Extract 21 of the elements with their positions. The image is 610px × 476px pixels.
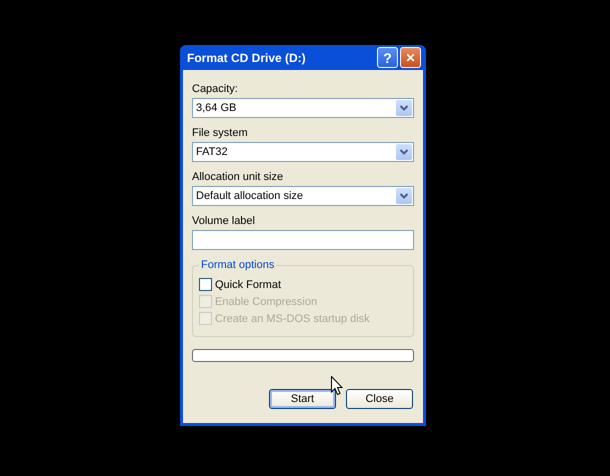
close-button[interactable]: Close: [346, 389, 413, 409]
mouse-pointer-icon: [331, 376, 343, 396]
checkbox-label: Enable Compression: [215, 296, 318, 308]
help-button[interactable]: ?: [377, 47, 398, 68]
window-title: Format CD Drive (D:): [187, 50, 307, 64]
dropdown-field[interactable]: FAT32: [192, 142, 414, 162]
checkbox-label: Quick Format: [215, 278, 282, 290]
field-label: Allocation unit size: [192, 171, 284, 183]
dropdown-field[interactable]: Default allocation size: [192, 186, 414, 206]
input-field[interactable]: [192, 230, 414, 250]
caret-icon[interactable]: [396, 188, 412, 204]
checkbox-label: Create an MS-DOS startup disk: [215, 312, 370, 324]
checkbox[interactable]: [199, 278, 212, 291]
start-button[interactable]: Start: [269, 389, 336, 409]
field-label: Volume label: [192, 215, 256, 227]
field-label: Capacity:: [192, 83, 239, 95]
caret-icon[interactable]: [396, 100, 412, 116]
group-title: Format options: [199, 259, 276, 271]
dropdown-field[interactable]: 3,64 GB: [192, 98, 414, 118]
field-label: File system: [192, 127, 249, 139]
caret-icon[interactable]: [396, 144, 412, 160]
